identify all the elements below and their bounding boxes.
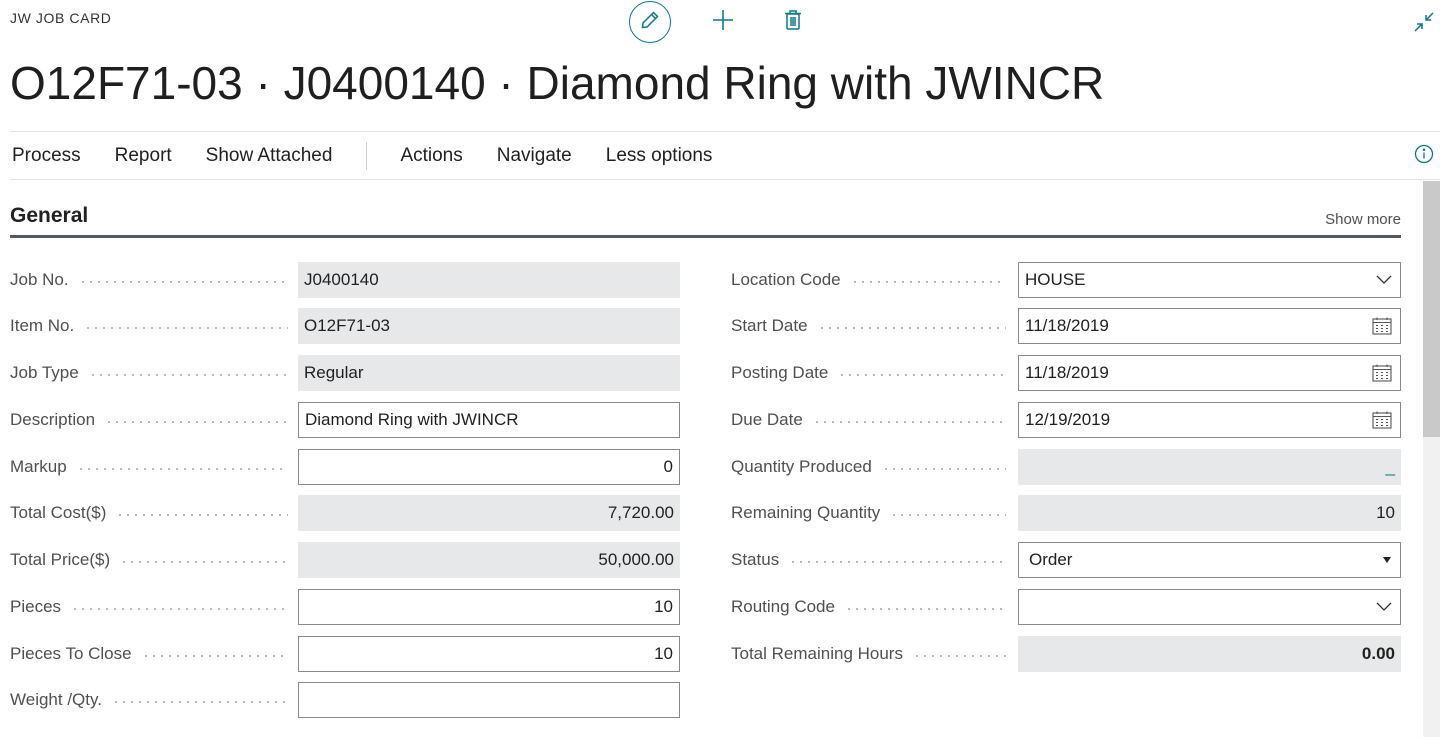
- weight-qty-input[interactable]: [298, 682, 680, 718]
- field-label: Status: [731, 550, 1006, 570]
- collapse-button[interactable]: [1412, 11, 1436, 38]
- quantity-produced-value[interactable]: _: [1386, 457, 1395, 477]
- field-label: Job Type: [10, 363, 288, 383]
- posting-date-value: 11/18/2019: [1025, 363, 1109, 382]
- chevron-down-icon[interactable]: [1376, 275, 1392, 285]
- markup-input[interactable]: 0: [298, 449, 680, 485]
- pieces-input[interactable]: 10: [298, 589, 680, 625]
- field-row-weight-qty: Weight /Qty.: [10, 682, 680, 718]
- start-date-input[interactable]: 11/18/2019: [1018, 308, 1401, 344]
- field-row-item-no: Item No. O12F71-03: [10, 308, 680, 344]
- edit-button[interactable]: [629, 1, 671, 43]
- field-row-due-date: Due Date 12/19/2019: [731, 402, 1401, 438]
- field-label: Total Price($): [10, 550, 288, 570]
- field-row-total-price: Total Price($) 50,000.00: [10, 542, 680, 578]
- field-label: Location Code: [731, 270, 1006, 290]
- field-label: Quantity Produced: [731, 457, 1006, 477]
- due-date-value: 12/19/2019: [1025, 410, 1111, 429]
- scrollbar-thumb[interactable]: [1423, 181, 1440, 437]
- location-code-value: HOUSE: [1025, 270, 1086, 289]
- pieces-to-close-input[interactable]: 10: [298, 636, 680, 672]
- field-row-remaining-quantity: Remaining Quantity 10: [731, 495, 1401, 531]
- chevron-down-icon[interactable]: [1376, 602, 1392, 612]
- collapse-icon: [1413, 11, 1435, 38]
- general-section-header: General Show more: [10, 198, 1401, 238]
- field-row-pieces-to-close: Pieces To Close 10: [10, 636, 680, 672]
- field-label: Total Remaining Hours: [731, 644, 1006, 664]
- action-show-attached[interactable]: Show Attached: [206, 145, 333, 167]
- action-navigate[interactable]: Navigate: [497, 145, 572, 167]
- job-no-field[interactable]: J0400140: [298, 262, 680, 298]
- quantity-produced-field[interactable]: _: [1018, 449, 1401, 485]
- status-select[interactable]: Order: [1018, 542, 1401, 578]
- field-row-pieces: Pieces 10: [10, 589, 680, 625]
- field-label: Item No.: [10, 316, 288, 336]
- field-row-posting-date: Posting Date 11/18/2019: [731, 355, 1401, 391]
- caret-down-icon[interactable]: [1382, 556, 1392, 564]
- job-type-field[interactable]: Regular: [298, 355, 680, 391]
- delete-icon: [784, 9, 802, 36]
- field-row-markup: Markup 0: [10, 449, 680, 485]
- field-label: Total Cost($): [10, 503, 288, 523]
- new-button[interactable]: [703, 2, 743, 42]
- top-action-buttons: [629, 0, 813, 44]
- action-bar: Process Report Show Attached Actions Nav…: [10, 131, 1440, 180]
- add-icon: [712, 9, 734, 36]
- action-separator: [366, 141, 368, 170]
- item-no-field[interactable]: O12F71-03: [298, 308, 680, 344]
- total-price-field[interactable]: 50,000.00: [298, 542, 680, 578]
- total-cost-field[interactable]: 7,720.00: [298, 495, 680, 531]
- page-title: O12F71-03 · J0400140 · Diamond Ring with…: [10, 57, 1105, 109]
- field-row-description: Description Diamond Ring with JWINCR: [10, 402, 680, 438]
- info-button[interactable]: [1414, 144, 1434, 169]
- field-row-quantity-produced: Quantity Produced _: [731, 449, 1401, 485]
- field-row-routing-code: Routing Code: [731, 589, 1401, 625]
- location-code-dropdown[interactable]: HOUSE: [1018, 262, 1401, 298]
- posting-date-input[interactable]: 11/18/2019: [1018, 355, 1401, 391]
- field-label: Job No.: [10, 270, 288, 290]
- field-row-start-date: Start Date 11/18/2019: [731, 308, 1401, 344]
- routing-code-dropdown[interactable]: [1018, 589, 1401, 625]
- field-label: Pieces: [10, 597, 288, 617]
- field-label: Due Date: [731, 410, 1006, 430]
- show-more-link[interactable]: Show more: [1325, 211, 1401, 228]
- field-row-location-code: Location Code HOUSE: [731, 262, 1401, 298]
- field-label: Routing Code: [731, 597, 1006, 617]
- section-title[interactable]: General: [10, 204, 88, 228]
- action-actions[interactable]: Actions: [400, 145, 462, 167]
- action-process[interactable]: Process: [12, 145, 81, 167]
- field-row-job-no: Job No. J0400140: [10, 262, 680, 298]
- field-label: Weight /Qty.: [10, 690, 288, 710]
- description-input[interactable]: Diamond Ring with JWINCR: [298, 402, 680, 438]
- field-label: Remaining Quantity: [731, 503, 1006, 523]
- start-date-value: 11/18/2019: [1025, 316, 1109, 335]
- delete-button[interactable]: [773, 2, 813, 42]
- edit-icon: [640, 10, 660, 35]
- status-value: Order: [1029, 550, 1073, 569]
- calendar-icon[interactable]: [1372, 411, 1392, 429]
- calendar-icon[interactable]: [1372, 364, 1392, 382]
- field-label: Description: [10, 410, 288, 430]
- field-label: Start Date: [731, 316, 1006, 336]
- total-remaining-hours-field[interactable]: 0.00: [1018, 636, 1401, 672]
- action-less-options[interactable]: Less options: [606, 145, 713, 167]
- info-icon: [1414, 144, 1434, 169]
- field-label: Pieces To Close: [10, 644, 288, 664]
- field-label: Markup: [10, 457, 288, 477]
- due-date-input[interactable]: 12/19/2019: [1018, 402, 1401, 438]
- field-row-total-remaining-hours: Total Remaining Hours 0.00: [731, 636, 1401, 672]
- field-row-total-cost: Total Cost($) 7,720.00: [10, 495, 680, 531]
- remaining-quantity-field[interactable]: 10: [1018, 495, 1401, 531]
- field-label: Posting Date: [731, 363, 1006, 383]
- field-row-status: Status Order: [731, 542, 1401, 578]
- calendar-icon[interactable]: [1372, 317, 1392, 335]
- vertical-scrollbar[interactable]: [1423, 181, 1440, 737]
- card-type-label: JW JOB CARD: [10, 10, 112, 26]
- action-report[interactable]: Report: [115, 145, 172, 167]
- field-row-job-type: Job Type Regular: [10, 355, 680, 391]
